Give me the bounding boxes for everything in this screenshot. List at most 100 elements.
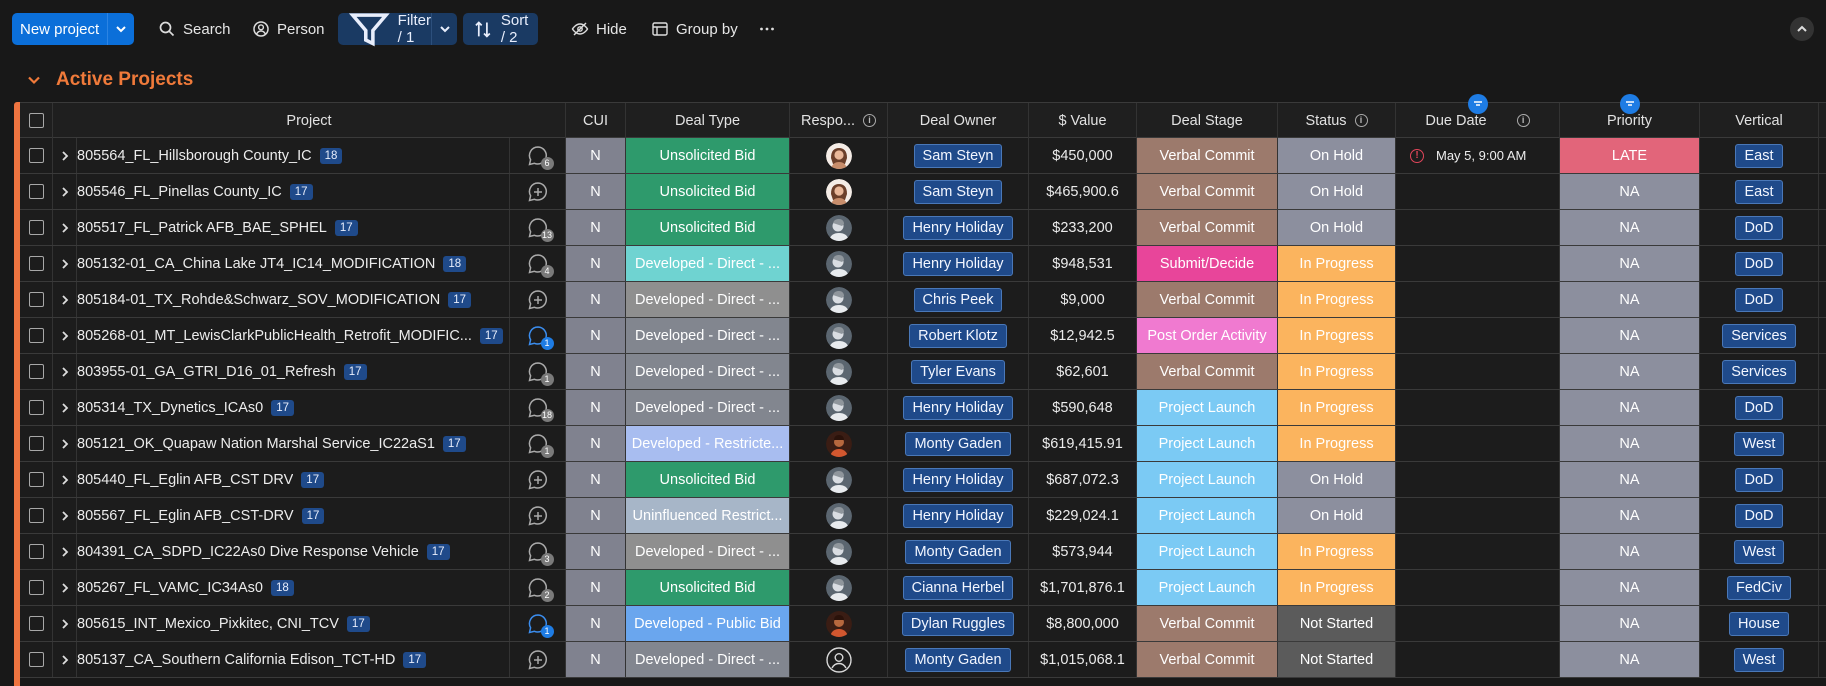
cui-cell[interactable]: N — [566, 390, 626, 425]
responsible-cell[interactable] — [790, 210, 888, 245]
subitem-count-badge[interactable]: 17 — [301, 507, 325, 524]
row-checkbox[interactable] — [28, 256, 44, 271]
due-date-cell[interactable] — [1396, 462, 1560, 497]
deal-type-cell[interactable]: Unsolicited Bid — [626, 138, 790, 173]
deal-type-cell[interactable]: Developed - Restricte... — [626, 426, 790, 461]
value-cell[interactable]: $619,415.91 — [1029, 426, 1137, 461]
project-name[interactable]: 805567_FL_Eglin AFB_CST-DRV — [77, 508, 294, 524]
new-project-button[interactable]: New project — [12, 13, 134, 45]
due-date-cell[interactable] — [1396, 390, 1560, 425]
responsible-cell[interactable] — [790, 498, 888, 533]
deal-type-cell[interactable]: Unsolicited Bid — [626, 210, 790, 245]
updates-cell[interactable]: 1 — [510, 606, 566, 641]
expand-row-button[interactable] — [53, 570, 77, 605]
expand-row-button[interactable] — [53, 354, 77, 389]
status-cell[interactable]: On Hold — [1278, 498, 1396, 533]
priority-cell[interactable]: NA — [1560, 606, 1700, 641]
value-cell[interactable]: $62,601 — [1029, 354, 1137, 389]
table-row[interactable]: 805517_FL_Patrick AFB_BAE_SPHEL 17 13 N Unso… — [20, 210, 1826, 246]
value-cell[interactable]: $233,200 — [1029, 210, 1137, 245]
subitem-count-badge[interactable]: 17 — [346, 615, 370, 632]
status-cell[interactable]: In Progress — [1278, 282, 1396, 317]
column-header-responsible[interactable]: Respo... i — [790, 103, 888, 138]
cui-cell[interactable]: N — [566, 210, 626, 245]
deal-owner-cell[interactable]: Sam Steyn — [888, 174, 1029, 209]
table-row[interactable]: 805137_CA_Southern California Edison_TCT… — [20, 642, 1826, 678]
updates-cell[interactable]: 4 — [510, 246, 566, 281]
person-filter-button[interactable]: Person — [252, 13, 325, 45]
priority-cell[interactable]: NA — [1560, 246, 1700, 281]
deal-owner-cell[interactable]: Henry Holiday — [888, 246, 1029, 281]
row-checkbox[interactable] — [28, 364, 44, 379]
vertical-cell[interactable]: DoD — [1700, 390, 1819, 425]
cui-cell[interactable]: N — [566, 318, 626, 353]
status-cell[interactable]: On Hold — [1278, 174, 1396, 209]
row-checkbox[interactable] — [28, 328, 44, 343]
status-cell[interactable]: On Hold — [1278, 138, 1396, 173]
value-cell[interactable]: $948,531 — [1029, 246, 1137, 281]
deal-type-cell[interactable]: Developed - Direct - ... — [626, 390, 790, 425]
value-cell[interactable]: $590,648 — [1029, 390, 1137, 425]
vertical-cell[interactable]: West — [1700, 426, 1819, 461]
deal-owner-chip[interactable]: Monty Gaden — [905, 431, 1011, 456]
responsible-cell[interactable] — [790, 318, 888, 353]
deal-owner-chip[interactable]: Cianna Herbel — [902, 575, 1014, 600]
due-date-cell[interactable] — [1396, 534, 1560, 569]
cui-cell[interactable]: N — [566, 606, 626, 641]
project-name-cell[interactable]: 805564_FL_Hillsborough County_IC 18 — [77, 138, 510, 173]
cui-cell[interactable]: N — [566, 138, 626, 173]
table-row[interactable]: 805440_FL_Eglin AFB_CST DRV 17 N Unsolicite… — [20, 462, 1826, 498]
subitem-count-badge[interactable]: 18 — [443, 255, 467, 272]
vertical-chip[interactable]: Services — [1722, 359, 1796, 384]
cui-cell[interactable]: N — [566, 570, 626, 605]
table-row[interactable]: 805546_FL_Pinellas County_IC 17 N Unsolicit… — [20, 174, 1826, 210]
row-checkbox[interactable] — [28, 148, 44, 163]
group-by-button[interactable]: Group by — [651, 13, 738, 45]
project-name[interactable]: 805440_FL_Eglin AFB_CST DRV — [77, 472, 293, 488]
responsible-cell[interactable] — [790, 246, 888, 281]
cui-cell[interactable]: N — [566, 354, 626, 389]
vertical-chip[interactable]: West — [1733, 647, 1785, 672]
deal-owner-cell[interactable]: Monty Gaden — [888, 642, 1029, 677]
updates-icon[interactable]: 18 — [527, 397, 554, 422]
vertical-chip[interactable]: DoD — [1735, 503, 1783, 528]
project-name-cell[interactable]: 805132-01_CA_China Lake JT4_IC14_MODIFIC… — [77, 246, 510, 281]
deal-stage-cell[interactable]: Verbal Commit — [1137, 282, 1278, 317]
status-cell[interactable]: In Progress — [1278, 534, 1396, 569]
deal-owner-chip[interactable]: Sam Steyn — [913, 143, 1003, 168]
row-checkbox[interactable] — [28, 652, 44, 667]
subitem-count-badge[interactable]: 17 — [403, 651, 427, 668]
avatar[interactable] — [825, 574, 852, 601]
vertical-cell[interactable]: West — [1700, 642, 1819, 677]
updates-cell[interactable] — [510, 462, 566, 497]
vertical-chip[interactable]: DoD — [1735, 467, 1783, 492]
responsible-cell[interactable] — [790, 642, 888, 677]
deal-owner-chip[interactable]: Dylan Ruggles — [901, 611, 1015, 636]
priority-cell[interactable]: NA — [1560, 642, 1700, 677]
expand-row-button[interactable] — [53, 390, 77, 425]
deal-stage-cell[interactable]: Verbal Commit — [1137, 354, 1278, 389]
column-header-priority[interactable]: Priority — [1560, 94, 1700, 138]
sort-button[interactable]: Sort / 2 — [463, 12, 539, 46]
deal-stage-cell[interactable]: Verbal Commit — [1137, 642, 1278, 677]
project-name-cell[interactable]: 803955-01_GA_GTRI_D16_01_Refresh 17 — [77, 354, 510, 389]
deal-owner-chip[interactable]: Henry Holiday — [903, 467, 1013, 492]
project-name[interactable]: 805314_TX_Dynetics_ICAs0 — [77, 400, 263, 416]
updates-cell[interactable] — [510, 282, 566, 317]
avatar[interactable] — [825, 178, 852, 205]
cui-cell[interactable]: N — [566, 462, 626, 497]
expand-row-button[interactable] — [53, 210, 77, 245]
project-name-cell[interactable]: 805268-01_MT_LewisClarkPublicHealth_Retr… — [77, 318, 510, 353]
project-name[interactable]: 805615_INT_Mexico_Pixkitec, CNI_TCV — [77, 616, 339, 632]
project-name[interactable]: 805546_FL_Pinellas County_IC — [77, 184, 282, 200]
subitem-count-badge[interactable]: 17 — [448, 291, 471, 308]
responsible-cell[interactable] — [790, 426, 888, 461]
table-row[interactable]: 805267_FL_VAMC_IC34As0 18 2 N Unsolicited Bi… — [20, 570, 1826, 606]
deal-stage-cell[interactable]: Post Order Activity — [1137, 318, 1278, 353]
row-checkbox[interactable] — [28, 184, 44, 199]
status-cell[interactable]: In Progress — [1278, 318, 1396, 353]
value-cell[interactable]: $9,000 — [1029, 282, 1137, 317]
row-checkbox[interactable] — [28, 436, 44, 451]
updates-icon[interactable]: 2 — [527, 577, 554, 602]
priority-cell[interactable]: NA — [1560, 282, 1700, 317]
